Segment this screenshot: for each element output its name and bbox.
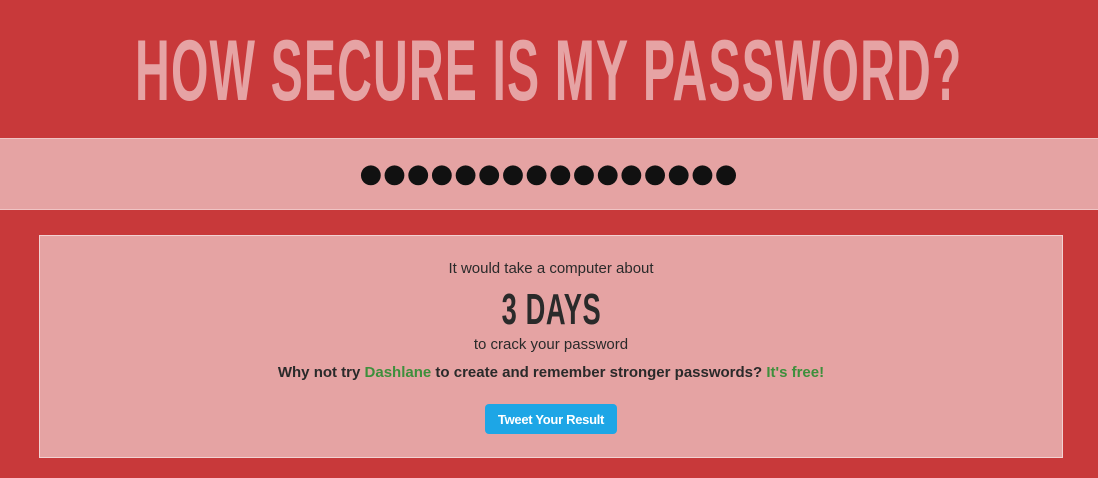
page-title: HOW SECURE IS MY PASSWORD? bbox=[135, 23, 963, 119]
password-input[interactable] bbox=[0, 139, 1098, 209]
result-follow-text: to crack your password bbox=[473, 336, 629, 353]
dashlane-link[interactable]: Dashlane bbox=[365, 364, 432, 381]
result-panel: It would take a computer about 3 DAYS to… bbox=[39, 235, 1063, 458]
crack-time-text: 3 DAYS bbox=[501, 285, 601, 334]
page: HOW SECURE IS MY PASSWORD? It would take… bbox=[0, 0, 1098, 478]
password-input-band bbox=[0, 138, 1098, 210]
page-header: HOW SECURE IS MY PASSWORD? bbox=[0, 0, 1098, 138]
promo-message: Why not try Dashlane to create and remem… bbox=[40, 364, 1062, 381]
free-link[interactable]: It's free! bbox=[766, 364, 824, 381]
tweet-result-button[interactable]: Tweet Your Result bbox=[485, 404, 617, 434]
promo-middle: to create and remember stronger password… bbox=[435, 364, 763, 381]
crack-time-value: 3 DAYS bbox=[40, 288, 1062, 332]
promo-prefix: Why not try bbox=[277, 364, 361, 381]
result-lead-text: It would take a computer about bbox=[448, 260, 654, 277]
